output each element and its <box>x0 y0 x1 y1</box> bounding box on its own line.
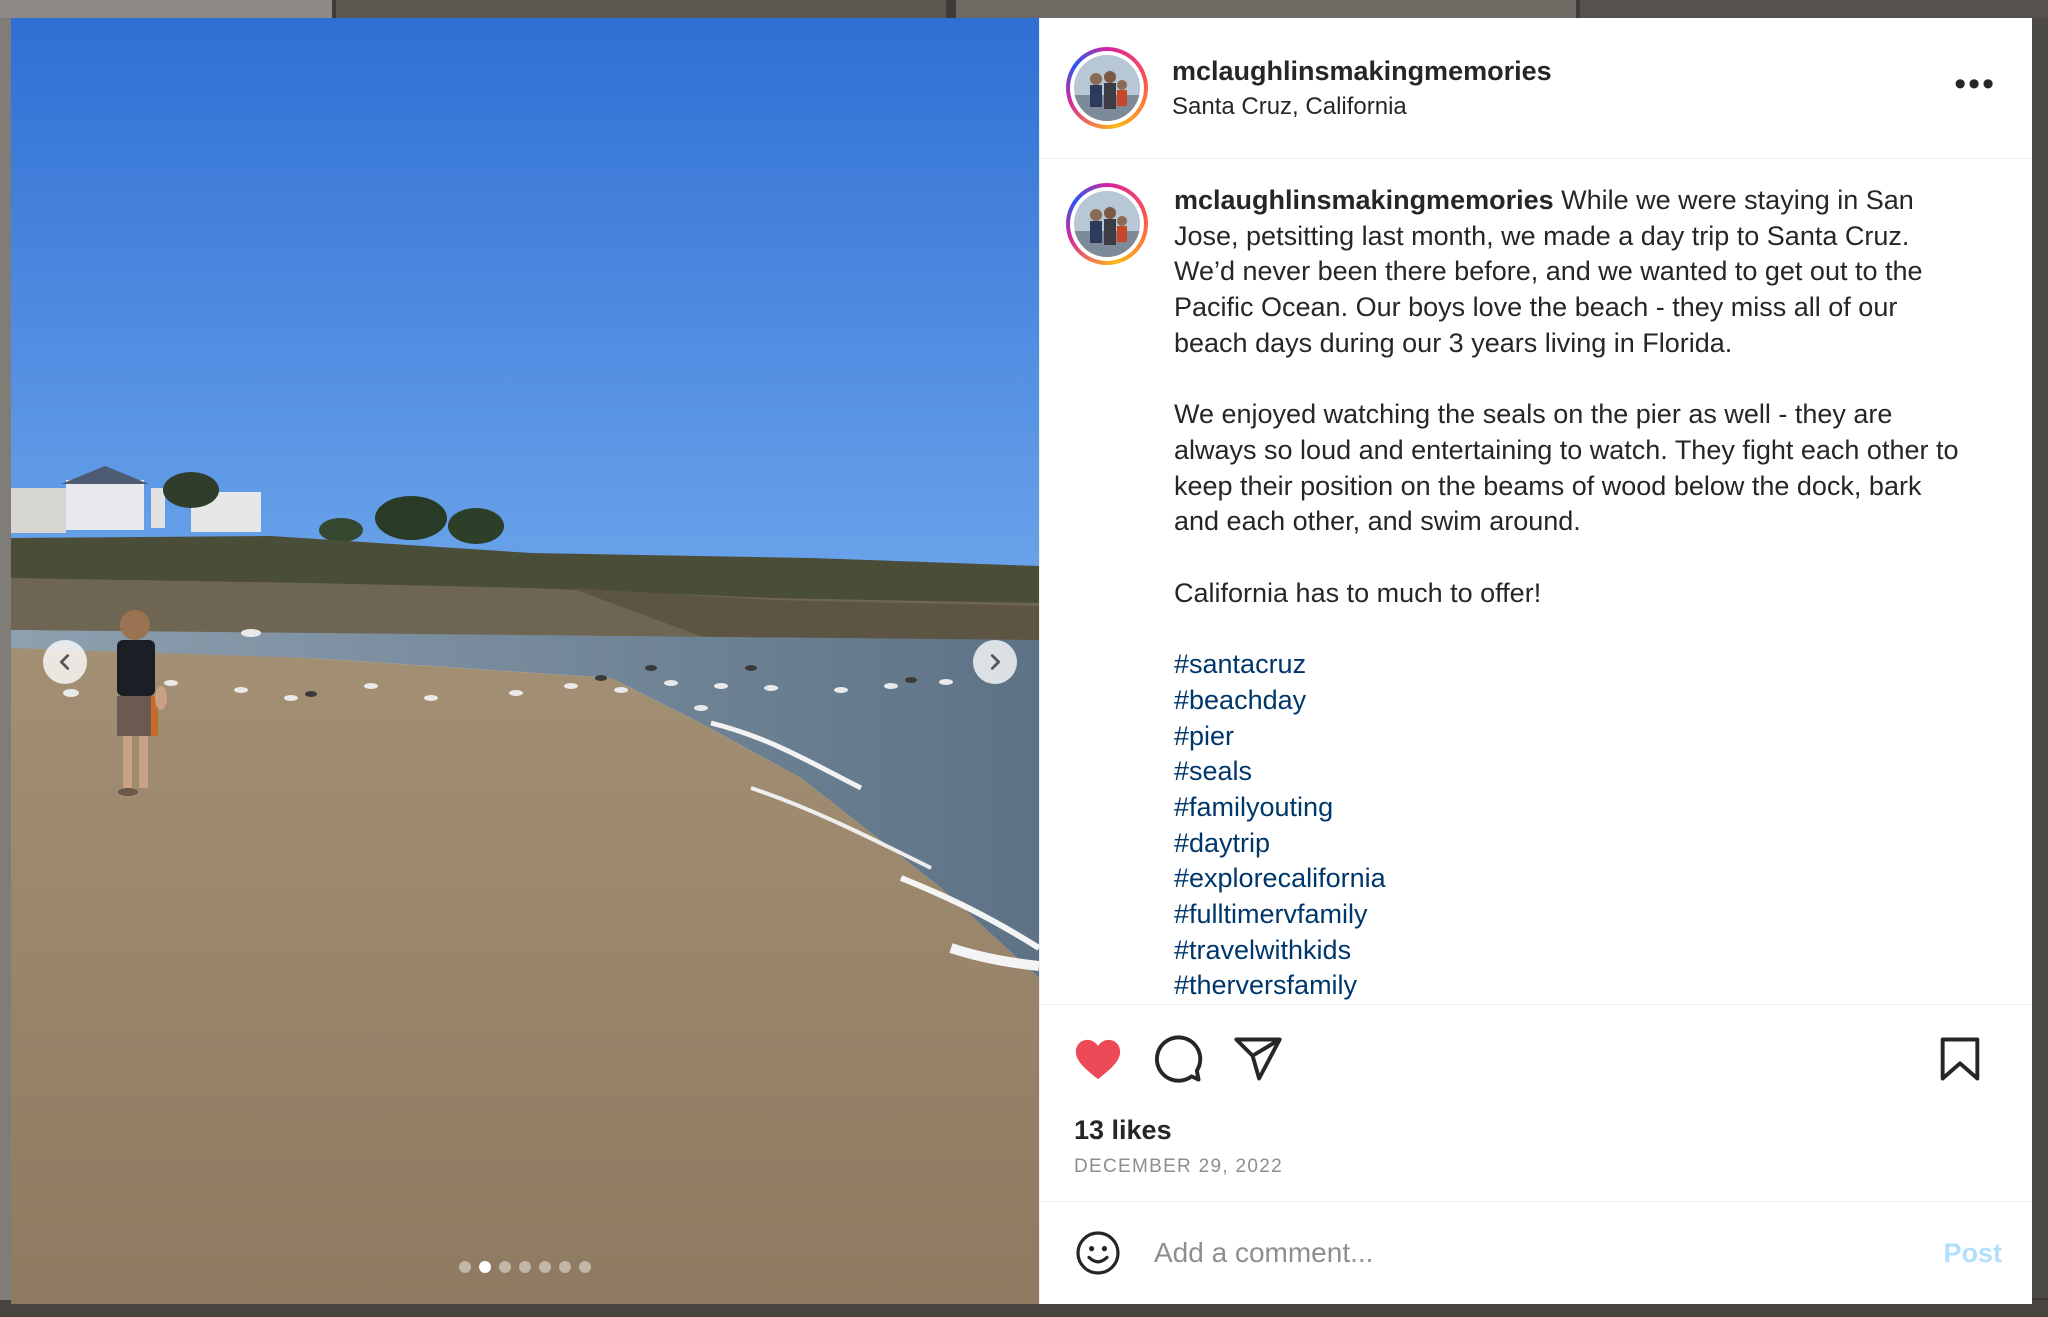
carousel-indicator <box>459 1261 591 1273</box>
post-author-username[interactable]: mclaughlinsmakingmemories <box>1172 56 1552 87</box>
hashtag-link[interactable]: #fulltimervfamily <box>1174 897 1964 933</box>
caption-avatar[interactable] <box>1066 183 1148 265</box>
comment-input[interactable] <box>1152 1236 1924 1270</box>
hashtag-link[interactable]: #beachday <box>1174 683 1964 719</box>
hashtag-link[interactable]: #explorecalifornia <box>1174 861 1964 897</box>
background-thumbnail <box>0 0 332 18</box>
chevron-right-icon <box>990 654 1001 670</box>
background-thumbnail <box>2032 18 2048 1298</box>
post-date: DECEMBER 29, 2022 <box>1074 1156 1284 1177</box>
hashtag-link[interactable]: #santacruz <box>1174 647 1964 683</box>
comment-composer: Post <box>1040 1201 2032 1304</box>
hashtag-link[interactable]: #travelwithkids <box>1174 933 1964 969</box>
carousel-dot <box>499 1261 511 1273</box>
save-button[interactable] <box>1934 1033 1986 1085</box>
hashtag-list: #santacruz #beachday #pier #seals #famil… <box>1174 647 1964 1004</box>
caption-section: mclaughlinsmakingmemories While we were … <box>1040 159 2032 1004</box>
carousel-dot <box>459 1261 471 1273</box>
paper-plane-icon <box>1234 1037 1282 1081</box>
carousel-dot <box>559 1261 571 1273</box>
post-comment-button[interactable]: Post <box>1943 1238 2002 1269</box>
hashtag-link[interactable]: #pier <box>1174 719 1964 755</box>
profile-photo <box>1074 55 1140 121</box>
carousel-dot <box>579 1261 591 1273</box>
beach-photo <box>11 18 1039 1304</box>
background-thumbnail <box>336 0 946 18</box>
caption-text: mclaughlinsmakingmemories While we were … <box>1174 183 1964 1004</box>
like-count[interactable]: 13 likes <box>1074 1115 2032 1146</box>
heart-filled-icon <box>1075 1039 1121 1080</box>
action-bar <box>1040 1004 2032 1115</box>
previous-photo-button[interactable] <box>43 640 87 684</box>
carousel-dot <box>479 1261 491 1273</box>
hashtag-link[interactable]: #daytrip <box>1174 826 1964 862</box>
caption-paragraph-3: California has to much to offer! <box>1174 577 1542 608</box>
hashtag-link[interactable]: #thervers​family <box>1174 968 1964 1004</box>
bookmark-icon <box>1940 1037 1980 1081</box>
hashtag-link[interactable]: #familyouting <box>1174 790 1964 826</box>
background-thumbnail <box>1580 0 2048 18</box>
more-options-button[interactable]: ••• <box>1954 67 1996 101</box>
comment-button[interactable] <box>1152 1033 1204 1085</box>
post-meta: 13 likes DECEMBER 29, 2022 <box>1040 1115 2032 1201</box>
next-photo-button[interactable] <box>973 640 1017 684</box>
smiley-icon <box>1076 1231 1120 1275</box>
caption-paragraph-2: We enjoyed watching the seals on the pie… <box>1174 399 1959 537</box>
post-modal: mclaughlinsmakingmemories Santa Cruz, Ca… <box>11 18 2032 1304</box>
post-photo[interactable] <box>11 18 1039 1304</box>
carousel-dot <box>519 1261 531 1273</box>
background-thumbnail <box>0 18 11 1300</box>
like-button[interactable] <box>1072 1033 1124 1085</box>
share-button[interactable] <box>1232 1033 1284 1085</box>
profile-photo <box>1074 191 1140 257</box>
hashtag-link[interactable]: #seals <box>1174 754 1964 790</box>
speech-bubble-icon <box>1154 1035 1203 1083</box>
emoji-button[interactable] <box>1074 1229 1122 1277</box>
post-location[interactable]: Santa Cruz, California <box>1172 93 1552 121</box>
post-header: mclaughlinsmakingmemories Santa Cruz, Ca… <box>1040 18 2032 159</box>
caption-username[interactable]: mclaughlinsmakingmemories <box>1174 185 1554 215</box>
chevron-left-icon <box>59 654 70 670</box>
avatar[interactable] <box>1066 47 1148 129</box>
post-details: mclaughlinsmakingmemories Santa Cruz, Ca… <box>1039 18 2032 1304</box>
background-thumbnail <box>956 0 1576 18</box>
carousel-dot <box>539 1261 551 1273</box>
